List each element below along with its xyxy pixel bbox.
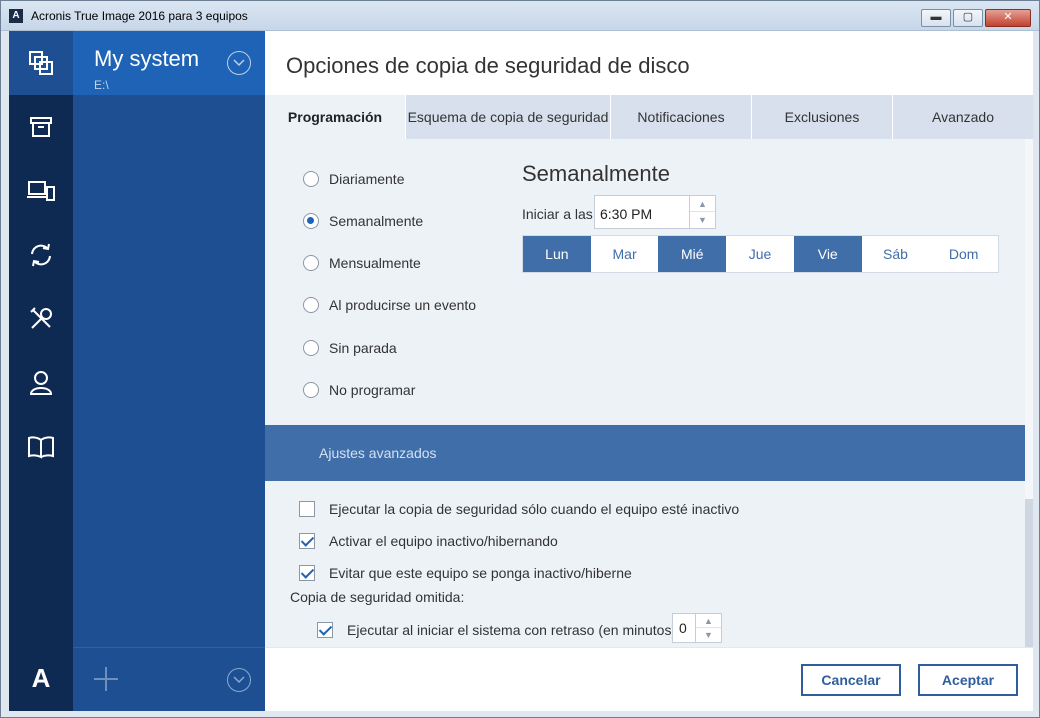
schedule-option-monthly[interactable]: Mensualmente [303, 255, 421, 271]
radio-button[interactable] [303, 171, 319, 187]
checkbox-label: Ejecutar al iniciar el sistema con retra… [347, 622, 681, 638]
day-sunday[interactable]: Dom [929, 236, 998, 272]
advanced-settings-label: Ajustes avanzados [319, 445, 437, 461]
day-friday[interactable]: Vie [793, 236, 862, 272]
day-saturday[interactable]: Sáb [862, 236, 930, 272]
devices-icon[interactable] [9, 159, 73, 223]
schedule-option-event[interactable]: Al producirse un evento [303, 297, 476, 313]
content-scrollbar[interactable] [1025, 139, 1033, 647]
time-stepper: ▲ ▼ [690, 195, 716, 229]
chevron-down-icon[interactable]: ▼ [690, 212, 715, 228]
add-backup-button[interactable] [93, 666, 119, 692]
omitted-backup-label: Copia de seguridad omitida: [290, 589, 465, 605]
maximize-button[interactable]: ▢ [953, 9, 983, 27]
advanced-settings-header[interactable]: Ajustes avanzados [265, 425, 1025, 481]
archive-icon[interactable] [9, 95, 73, 159]
schedule-option-none[interactable]: No programar [303, 382, 415, 398]
backup-list: My system E:\ [73, 31, 265, 711]
account-icon[interactable] [9, 351, 73, 415]
start-time-input[interactable]: 6:30 PM [594, 195, 690, 229]
delay-stepper: ▲ ▼ [696, 613, 722, 643]
radio-label: Semanalmente [329, 213, 424, 229]
day-tuesday[interactable]: Mar [591, 236, 659, 272]
cancel-button[interactable]: Cancelar [801, 664, 901, 696]
close-button[interactable]: ✕ [985, 9, 1031, 27]
tab-exclusions[interactable]: Exclusiones [752, 95, 893, 139]
app-window: A Acronis True Image 2016 para 3 equipos… [0, 0, 1040, 718]
dialog-footer: Cancelar Aceptar [265, 647, 1033, 711]
radio-button[interactable] [303, 340, 319, 356]
tab-notifications[interactable]: Notificaciones [611, 95, 752, 139]
backup-path: E:\ [94, 78, 109, 92]
window-title: Acronis True Image 2016 para 3 equipos [31, 9, 248, 23]
backup-list-footer [73, 647, 265, 711]
check-prevent-sleep[interactable]: Evitar que este equipo se ponga inactivo… [299, 565, 632, 581]
accept-button[interactable]: Aceptar [918, 664, 1018, 696]
backup-icon[interactable] [9, 31, 73, 95]
chevron-down-icon[interactable] [227, 51, 251, 75]
radio-label: Sin parada [329, 340, 397, 356]
schedule-option-nonstop[interactable]: Sin parada [303, 340, 397, 356]
schedule-option-daily[interactable]: Diariamente [303, 171, 404, 187]
day-thursday[interactable]: Jue [726, 236, 794, 272]
plus-icon [94, 667, 118, 691]
start-time-label: Iniciar a las [522, 206, 593, 222]
radio-button[interactable] [303, 382, 319, 398]
chevron-up-icon[interactable]: ▲ [696, 614, 721, 628]
options-panel: Opciones de copia de seguridad de disco … [265, 31, 1033, 711]
tab-bar: Programación Esquema de copia de segurid… [265, 95, 1033, 139]
chevron-down-icon[interactable] [227, 668, 251, 692]
radio-button[interactable] [303, 255, 319, 271]
radio-button[interactable] [303, 297, 319, 313]
check-idle-only[interactable]: Ejecutar la copia de seguridad sólo cuan… [299, 501, 739, 517]
chevron-down-icon[interactable]: ▼ [696, 628, 721, 642]
check-run-at-startup[interactable]: Ejecutar al iniciar el sistema con retra… [317, 622, 680, 638]
acronis-logo: A [31, 662, 51, 693]
delay-minutes-input[interactable]: 0 [672, 613, 696, 643]
backup-list-item[interactable]: My system E:\ [73, 31, 265, 95]
app-icon: A [9, 9, 23, 23]
schedule-option-weekly[interactable]: Semanalmente [303, 213, 423, 229]
help-book-icon[interactable] [9, 415, 73, 479]
minimize-button[interactable]: ▬ [921, 9, 951, 27]
checkbox[interactable] [317, 622, 333, 638]
nav-rail: A [9, 31, 73, 711]
day-monday[interactable]: Lun [523, 236, 591, 272]
tab-advanced[interactable]: Avanzado [893, 95, 1033, 139]
checkbox[interactable] [299, 501, 315, 517]
window-controls: ▬ ▢ ✕ [919, 9, 1031, 27]
tools-icon[interactable] [9, 287, 73, 351]
radio-label: Diariamente [329, 171, 405, 187]
title-bar: A Acronis True Image 2016 para 3 equipos… [1, 1, 1039, 31]
chevron-up-icon[interactable]: ▲ [690, 196, 715, 212]
schedule-content: Diariamente Semanalmente Mensualmente Al… [265, 139, 1025, 647]
checkbox-label: Activar el equipo inactivo/hibernando [329, 533, 558, 549]
sync-icon[interactable] [9, 223, 73, 287]
radio-label: No programar [329, 382, 416, 398]
client-area: A My system E:\ Opciones de copia de seg… [9, 31, 1033, 711]
checkbox[interactable] [299, 565, 315, 581]
backup-name: My system [94, 46, 200, 71]
radio-label: Al producirse un evento [329, 297, 477, 313]
checkbox-label: Evitar que este equipo se ponga inactivo… [329, 565, 632, 581]
scrollbar-thumb[interactable] [1025, 499, 1033, 647]
weekly-title: Semanalmente [522, 161, 670, 186]
checkbox[interactable] [299, 533, 315, 549]
tab-schedule[interactable]: Programación [265, 95, 406, 139]
checkbox-label: Ejecutar la copia de seguridad sólo cuan… [329, 501, 740, 517]
radio-label: Mensualmente [329, 255, 421, 271]
tab-backup-scheme[interactable]: Esquema de copia de seguridad [406, 95, 611, 139]
weekday-selector: Lun Mar Mié Jue Vie Sáb Dom [522, 235, 999, 273]
radio-button[interactable] [303, 213, 319, 229]
check-wake-up[interactable]: Activar el equipo inactivo/hibernando [299, 533, 558, 549]
day-wednesday[interactable]: Mié [658, 236, 727, 272]
page-title: Opciones de copia de seguridad de disco [286, 53, 690, 78]
